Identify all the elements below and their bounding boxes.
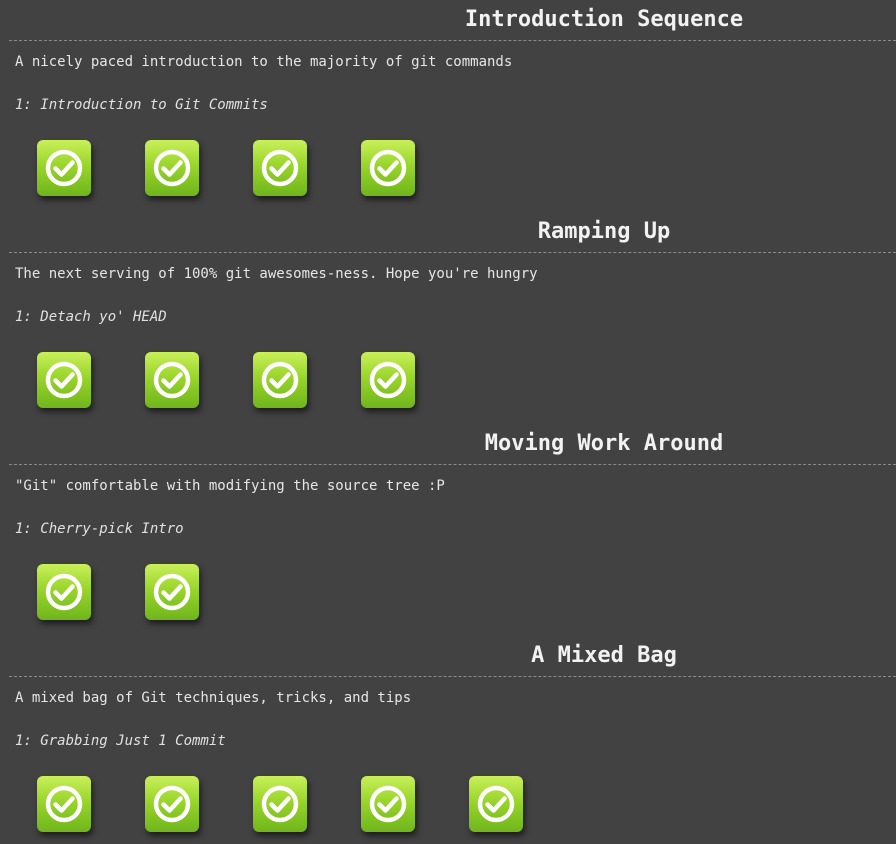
section-description: "Git" comfortable with modifying the sou… — [15, 478, 445, 494]
section-title: Introduction Sequence — [464, 7, 744, 32]
level-button[interactable] — [37, 776, 91, 832]
level-button[interactable] — [145, 140, 199, 196]
level-select-page: Introduction Sequence A nicely paced int… — [0, 0, 896, 844]
check-circle-icon — [153, 149, 191, 187]
section-title: Ramping Up — [537, 219, 671, 244]
current-level-name: 1: Introduction to Git Commits — [15, 97, 268, 113]
check-circle-icon — [477, 785, 515, 823]
check-circle-icon — [45, 785, 83, 823]
level-button[interactable] — [469, 776, 523, 832]
check-circle-icon — [369, 149, 407, 187]
section-divider — [9, 464, 896, 465]
check-circle-icon — [153, 573, 191, 611]
section-title: A Mixed Bag — [531, 643, 677, 668]
check-circle-icon — [45, 361, 83, 399]
check-circle-icon — [261, 361, 299, 399]
check-circle-icon — [45, 573, 83, 611]
level-button[interactable] — [37, 564, 91, 620]
level-button[interactable] — [361, 776, 415, 832]
section-divider — [9, 676, 896, 677]
check-circle-icon — [369, 361, 407, 399]
level-button[interactable] — [253, 776, 307, 832]
check-circle-icon — [45, 149, 83, 187]
check-circle-icon — [369, 785, 407, 823]
check-circle-icon — [261, 785, 299, 823]
check-circle-icon — [261, 149, 299, 187]
level-button[interactable] — [37, 352, 91, 408]
check-circle-icon — [153, 785, 191, 823]
current-level-name: 1: Cherry-pick Intro — [15, 521, 184, 537]
level-button[interactable] — [145, 564, 199, 620]
level-button[interactable] — [145, 776, 199, 832]
section-divider — [9, 252, 896, 253]
section-description: The next serving of 100% git awesomes-ne… — [15, 266, 538, 282]
section-description: A mixed bag of Git techniques, tricks, a… — [15, 690, 412, 706]
section-title: Moving Work Around — [484, 431, 724, 456]
current-level-name: 1: Detach yo' HEAD — [15, 309, 167, 325]
section-description: A nicely paced introduction to the major… — [15, 54, 513, 70]
level-button[interactable] — [37, 140, 91, 196]
level-button[interactable] — [361, 140, 415, 196]
section-divider — [9, 40, 896, 41]
level-button[interactable] — [253, 352, 307, 408]
current-level-name: 1: Grabbing Just 1 Commit — [15, 733, 226, 749]
level-button[interactable] — [145, 352, 199, 408]
level-button[interactable] — [361, 352, 415, 408]
level-button[interactable] — [253, 140, 307, 196]
check-circle-icon — [153, 361, 191, 399]
